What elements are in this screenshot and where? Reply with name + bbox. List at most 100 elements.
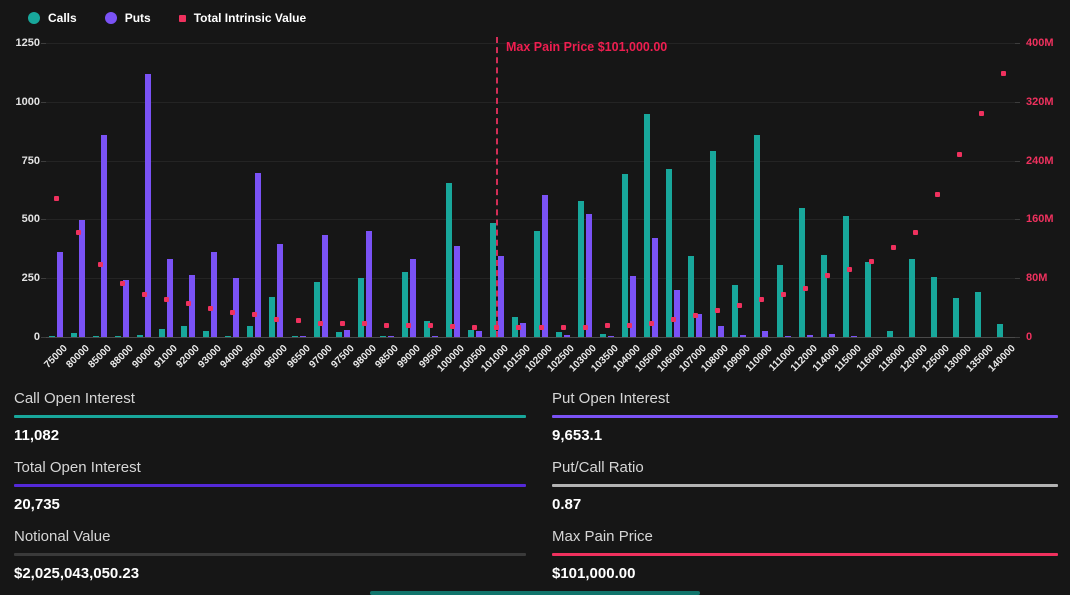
call-bar[interactable] [578, 201, 584, 337]
intrinsic-value-point[interactable] [671, 317, 676, 322]
call-bar[interactable] [71, 333, 77, 337]
call-bar[interactable] [777, 265, 783, 337]
intrinsic-value-point[interactable] [252, 312, 257, 317]
call-bar[interactable] [644, 114, 650, 337]
intrinsic-value-point[interactable] [164, 297, 169, 302]
intrinsic-value-point[interactable] [583, 325, 588, 330]
intrinsic-value-point[interactable] [516, 325, 521, 330]
intrinsic-value-point[interactable] [561, 325, 566, 330]
intrinsic-value-point[interactable] [406, 323, 411, 328]
put-bar[interactable] [300, 336, 306, 337]
put-bar[interactable] [211, 252, 217, 337]
put-bar[interactable] [388, 336, 394, 337]
call-bar[interactable] [358, 278, 364, 338]
put-bar[interactable] [630, 276, 636, 337]
intrinsic-value-point[interactable] [450, 324, 455, 329]
call-bar[interactable] [314, 282, 320, 337]
put-bar[interactable] [476, 331, 482, 337]
intrinsic-value-point[interactable] [803, 286, 808, 291]
call-bar[interactable] [799, 208, 805, 337]
put-bar[interactable] [277, 244, 283, 337]
put-bar[interactable] [344, 330, 350, 337]
intrinsic-value-point[interactable] [142, 292, 147, 297]
intrinsic-value-point[interactable] [472, 325, 477, 330]
call-bar[interactable] [115, 336, 121, 337]
call-bar[interactable] [336, 332, 342, 337]
plot-area[interactable] [45, 40, 1015, 338]
horizontal-scrollbar-thumb[interactable] [370, 591, 700, 595]
intrinsic-value-point[interactable] [781, 292, 786, 297]
put-bar[interactable] [829, 334, 835, 337]
call-bar[interactable] [821, 255, 827, 337]
intrinsic-value-point[interactable] [186, 301, 191, 306]
legend-item-puts[interactable]: Puts [105, 11, 151, 25]
intrinsic-value-point[interactable] [318, 321, 323, 326]
intrinsic-value-point[interactable] [605, 323, 610, 328]
put-bar[interactable] [432, 336, 438, 337]
put-bar[interactable] [762, 331, 768, 337]
call-bar[interactable] [181, 326, 187, 337]
put-bar[interactable] [674, 290, 680, 337]
call-bar[interactable] [137, 335, 143, 337]
intrinsic-value-point[interactable] [120, 281, 125, 286]
intrinsic-value-point[interactable] [54, 196, 59, 201]
call-bar[interactable] [556, 332, 562, 337]
intrinsic-value-point[interactable] [627, 323, 632, 328]
call-bar[interactable] [931, 277, 937, 337]
intrinsic-value-point[interactable] [869, 259, 874, 264]
intrinsic-value-point[interactable] [759, 297, 764, 302]
intrinsic-value-point[interactable] [891, 245, 896, 250]
intrinsic-value-point[interactable] [208, 306, 213, 311]
intrinsic-value-point[interactable] [428, 323, 433, 328]
intrinsic-value-point[interactable] [384, 323, 389, 328]
intrinsic-value-point[interactable] [1001, 71, 1006, 76]
call-bar[interactable] [159, 329, 165, 337]
intrinsic-value-point[interactable] [693, 313, 698, 318]
call-bar[interactable] [600, 334, 606, 337]
call-bar[interactable] [380, 336, 386, 337]
call-bar[interactable] [203, 331, 209, 337]
call-bar[interactable] [247, 326, 253, 337]
call-bar[interactable] [887, 331, 893, 337]
intrinsic-value-point[interactable] [274, 317, 279, 322]
call-bar[interactable] [446, 183, 452, 337]
call-bar[interactable] [468, 330, 474, 337]
call-bar[interactable] [622, 174, 628, 337]
put-bar[interactable] [564, 335, 570, 337]
legend-item-intrinsic[interactable]: Total Intrinsic Value [179, 11, 306, 25]
call-bar[interactable] [754, 135, 760, 337]
call-bar[interactable] [865, 262, 871, 337]
intrinsic-value-point[interactable] [362, 321, 367, 326]
legend-item-calls[interactable]: Calls [28, 11, 77, 25]
put-bar[interactable] [57, 252, 63, 337]
call-bar[interactable] [93, 336, 99, 337]
call-bar[interactable] [666, 169, 672, 337]
put-bar[interactable] [740, 335, 746, 337]
call-bar[interactable] [975, 292, 981, 337]
intrinsic-value-point[interactable] [98, 262, 103, 267]
put-bar[interactable] [101, 135, 107, 337]
put-bar[interactable] [145, 74, 151, 337]
intrinsic-value-point[interactable] [340, 321, 345, 326]
intrinsic-value-point[interactable] [539, 325, 544, 330]
intrinsic-value-point[interactable] [913, 230, 918, 235]
put-bar[interactable] [718, 326, 724, 337]
call-bar[interactable] [49, 336, 55, 337]
put-bar[interactable] [79, 220, 85, 337]
put-bar[interactable] [851, 336, 857, 337]
call-bar[interactable] [953, 298, 959, 338]
call-bar[interactable] [843, 216, 849, 337]
call-bar[interactable] [997, 324, 1003, 337]
intrinsic-value-point[interactable] [979, 111, 984, 116]
intrinsic-value-point[interactable] [76, 230, 81, 235]
call-bar[interactable] [292, 336, 298, 337]
intrinsic-value-point[interactable] [935, 192, 940, 197]
put-bar[interactable] [542, 195, 548, 337]
intrinsic-value-point[interactable] [715, 308, 720, 313]
call-bar[interactable] [534, 231, 540, 337]
call-bar[interactable] [909, 259, 915, 337]
call-bar[interactable] [732, 285, 738, 337]
intrinsic-value-point[interactable] [847, 267, 852, 272]
intrinsic-value-point[interactable] [957, 152, 962, 157]
put-bar[interactable] [785, 336, 791, 337]
